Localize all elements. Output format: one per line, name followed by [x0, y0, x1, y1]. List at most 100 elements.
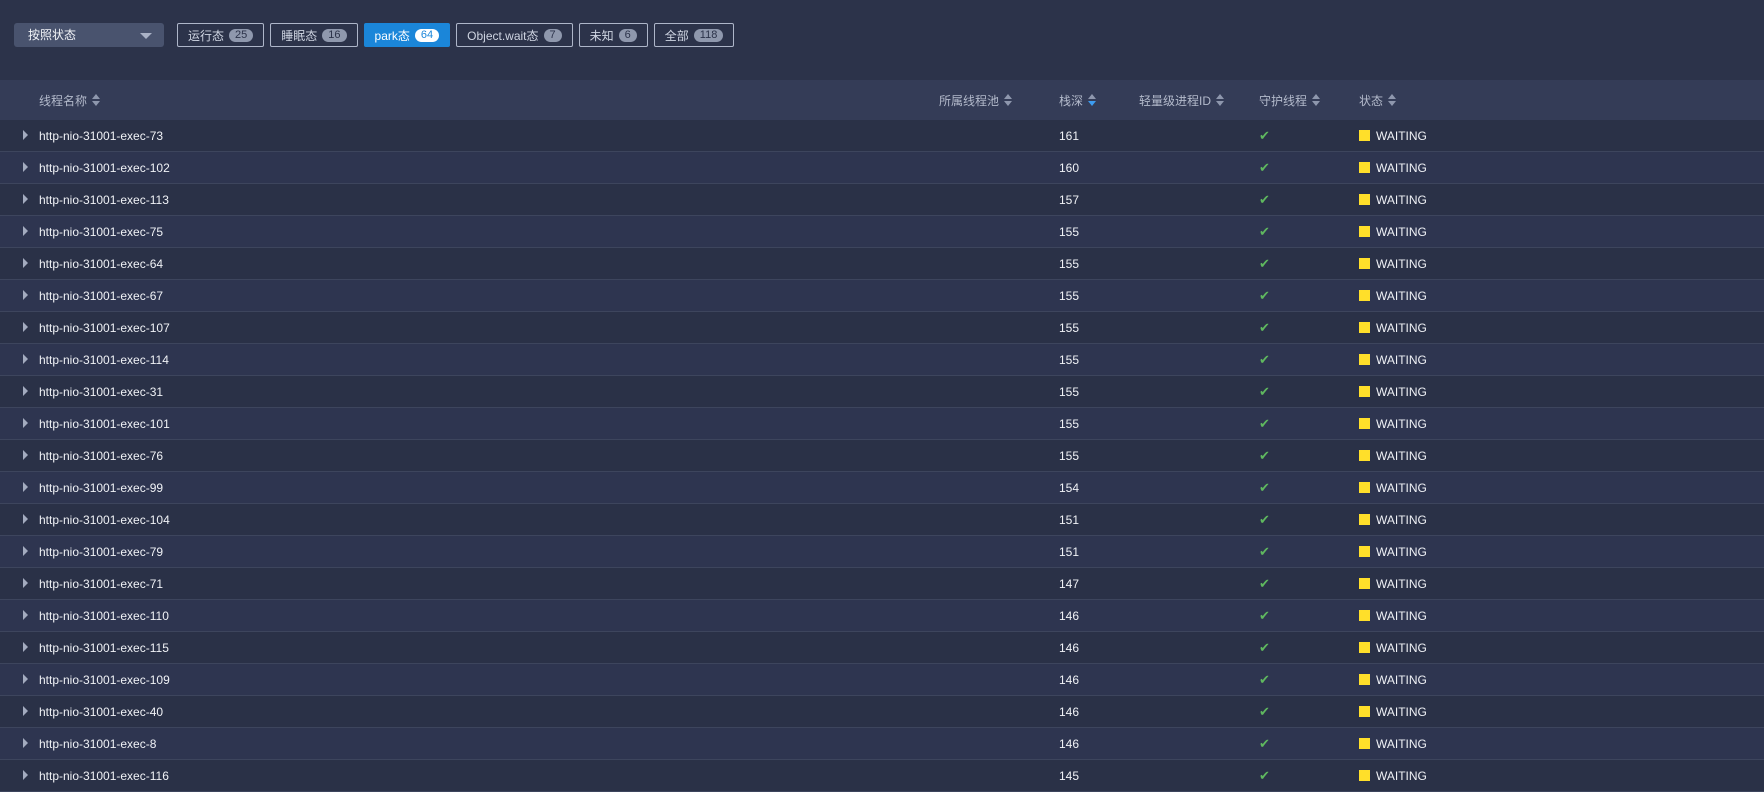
expand-caret-icon[interactable] — [23, 354, 28, 364]
expand-caret-icon[interactable] — [23, 450, 28, 460]
waiting-status-icon — [1359, 354, 1370, 365]
daemon-check-icon: ✔ — [1259, 671, 1270, 687]
table-row[interactable]: http-nio-31001-exec-114 155 ✔ WAITING — [0, 344, 1764, 376]
thread-state: WAITING — [1359, 408, 1427, 439]
expand-caret-icon[interactable] — [23, 642, 28, 652]
thread-state-label: WAITING — [1376, 256, 1427, 271]
column-header-daemon[interactable]: 守护线程 — [1259, 80, 1321, 120]
column-header-lwp[interactable]: 轻量级进程ID — [1139, 80, 1225, 120]
expand-caret-icon[interactable] — [23, 738, 28, 748]
table-row[interactable]: http-nio-31001-exec-64 155 ✔ WAITING — [0, 248, 1764, 280]
table-row[interactable]: http-nio-31001-exec-109 146 ✔ WAITING — [0, 664, 1764, 696]
daemon-check-icon: ✔ — [1259, 511, 1270, 527]
waiting-status-icon — [1359, 450, 1370, 461]
table-row[interactable]: http-nio-31001-exec-8 146 ✔ WAITING — [0, 728, 1764, 760]
thread-state: WAITING — [1359, 536, 1427, 567]
column-header-lwp-label: 轻量级进程ID — [1139, 93, 1212, 108]
filter-label: Object.wait态 — [467, 28, 539, 43]
thread-state-label: WAITING — [1376, 736, 1427, 751]
table-row[interactable]: http-nio-31001-exec-107 155 ✔ WAITING — [0, 312, 1764, 344]
sort-icon[interactable] — [1388, 93, 1397, 107]
waiting-status-icon — [1359, 130, 1370, 141]
stack-depth: 155 — [1059, 256, 1080, 271]
filter-count-badge: 64 — [414, 28, 440, 42]
expand-caret-icon[interactable] — [23, 258, 28, 268]
thread-state: WAITING — [1359, 504, 1427, 535]
expand-caret-icon[interactable] — [23, 290, 28, 300]
filter-button[interactable]: park态 64 — [363, 23, 451, 47]
thread-name: http-nio-31001-exec-101 — [39, 416, 170, 431]
filter-button[interactable]: 运行态 25 — [177, 23, 265, 47]
table-row[interactable]: http-nio-31001-exec-101 155 ✔ WAITING — [0, 408, 1764, 440]
thread-state-label: WAITING — [1376, 352, 1427, 367]
stack-depth: 154 — [1059, 480, 1080, 495]
waiting-status-icon — [1359, 770, 1370, 781]
expand-caret-icon[interactable] — [23, 194, 28, 204]
table-row[interactable]: http-nio-31001-exec-67 155 ✔ WAITING — [0, 280, 1764, 312]
filter-button[interactable]: 未知 6 — [578, 23, 648, 47]
thread-state: WAITING — [1359, 216, 1427, 247]
filter-button[interactable]: 睡眠态 16 — [270, 23, 358, 47]
sort-icon[interactable] — [1004, 93, 1013, 107]
waiting-status-icon — [1359, 546, 1370, 557]
sort-icon[interactable] — [1216, 93, 1225, 107]
table-row[interactable]: http-nio-31001-exec-73 161 ✔ WAITING — [0, 120, 1764, 152]
table-row[interactable]: http-nio-31001-exec-71 147 ✔ WAITING — [0, 568, 1764, 600]
table-row[interactable]: http-nio-31001-exec-76 155 ✔ WAITING — [0, 440, 1764, 472]
thread-name: http-nio-31001-exec-40 — [39, 704, 164, 719]
expand-caret-icon[interactable] — [23, 610, 28, 620]
daemon-check-icon: ✔ — [1259, 127, 1270, 143]
column-header-state[interactable]: 状态 — [1359, 80, 1397, 120]
table-row[interactable]: http-nio-31001-exec-113 157 ✔ WAITING — [0, 184, 1764, 216]
daemon-check-icon: ✔ — [1259, 159, 1270, 175]
filter-toolbar: 按照状态 运行态 25 睡眠态 16 park态 64 Object.wait态 7 未知 6 全部… — [0, 0, 1764, 80]
sort-desc-icon[interactable] — [1088, 93, 1097, 107]
stack-depth: 146 — [1059, 640, 1080, 655]
filter-label: 全部 — [664, 28, 689, 43]
table-row[interactable]: http-nio-31001-exec-116 145 ✔ WAITING — [0, 760, 1764, 792]
sort-icon[interactable] — [92, 93, 101, 107]
sort-icon[interactable] — [1312, 93, 1321, 107]
table-row[interactable]: http-nio-31001-exec-110 146 ✔ WAITING — [0, 600, 1764, 632]
expand-caret-icon[interactable] — [23, 514, 28, 524]
expand-caret-icon[interactable] — [23, 674, 28, 684]
column-header-depth-label: 栈深 — [1059, 93, 1084, 108]
daemon-check-icon: ✔ — [1259, 447, 1270, 463]
column-header-pool[interactable]: 所属线程池 — [939, 80, 1013, 120]
table-row[interactable]: http-nio-31001-exec-104 151 ✔ WAITING — [0, 504, 1764, 536]
thread-state-label: WAITING — [1376, 416, 1427, 431]
expand-caret-icon[interactable] — [23, 546, 28, 556]
table-row[interactable]: http-nio-31001-exec-75 155 ✔ WAITING — [0, 216, 1764, 248]
daemon-check-icon: ✔ — [1259, 319, 1270, 335]
expand-caret-icon[interactable] — [23, 386, 28, 396]
thread-state-label: WAITING — [1376, 768, 1427, 783]
thread-state-label: WAITING — [1376, 544, 1427, 559]
table-row[interactable]: http-nio-31001-exec-79 151 ✔ WAITING — [0, 536, 1764, 568]
table-row[interactable]: http-nio-31001-exec-40 146 ✔ WAITING — [0, 696, 1764, 728]
expand-caret-icon[interactable] — [23, 482, 28, 492]
expand-caret-icon[interactable] — [23, 130, 28, 140]
expand-caret-icon[interactable] — [23, 770, 28, 780]
thread-state-label: WAITING — [1376, 704, 1427, 719]
table-row[interactable]: http-nio-31001-exec-102 160 ✔ WAITING — [0, 152, 1764, 184]
group-by-select[interactable]: 按照状态 — [14, 23, 164, 47]
table-row[interactable]: http-nio-31001-exec-99 154 ✔ WAITING — [0, 472, 1764, 504]
expand-caret-icon[interactable] — [23, 322, 28, 332]
expand-caret-icon[interactable] — [23, 162, 28, 172]
filter-button[interactable]: Object.wait态 7 — [456, 23, 573, 47]
table-row[interactable]: http-nio-31001-exec-31 155 ✔ WAITING — [0, 376, 1764, 408]
stack-depth: 155 — [1059, 320, 1080, 335]
expand-caret-icon[interactable] — [23, 226, 28, 236]
thread-state: WAITING — [1359, 760, 1427, 791]
column-header-depth[interactable]: 栈深 — [1059, 80, 1097, 120]
expand-caret-icon[interactable] — [23, 578, 28, 588]
thread-state: WAITING — [1359, 664, 1427, 695]
thread-state-label: WAITING — [1376, 384, 1427, 399]
waiting-status-icon — [1359, 194, 1370, 205]
table-row[interactable]: http-nio-31001-exec-115 146 ✔ WAITING — [0, 632, 1764, 664]
column-header-name[interactable]: 线程名称 — [39, 80, 101, 120]
waiting-status-icon — [1359, 578, 1370, 589]
expand-caret-icon[interactable] — [23, 706, 28, 716]
filter-button[interactable]: 全部 118 — [653, 23, 735, 47]
expand-caret-icon[interactable] — [23, 418, 28, 428]
